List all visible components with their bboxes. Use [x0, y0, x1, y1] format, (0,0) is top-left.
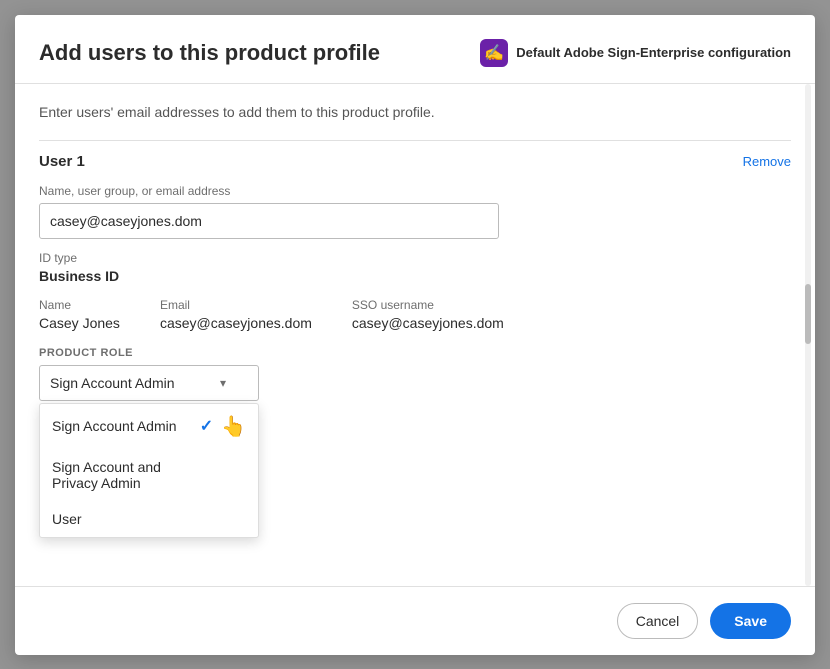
remove-button[interactable]: Remove [743, 154, 791, 169]
sso-label: SSO username [352, 298, 504, 312]
checkmark-icon: ✓ [200, 416, 213, 436]
scrollbar[interactable] [805, 84, 811, 586]
modal-container: Add users to this product profile ✍ Defa… [15, 15, 815, 655]
user1-label: User 1 [39, 153, 85, 170]
dropdown-item-label-2: Sign Account andPrivacy Admin [52, 459, 161, 491]
product-badge: ✍ Default Adobe Sign-Enterprise configur… [480, 39, 791, 67]
sso-value: casey@caseyjones.dom [352, 315, 504, 331]
user1-email-col: Email casey@caseyjones.dom [160, 298, 312, 331]
product-role-dropdown[interactable]: Sign Account Admin ▾ [39, 365, 259, 401]
modal-body: Enter users' email addresses to add them… [15, 84, 815, 586]
section-divider [39, 140, 791, 141]
dropdown-item-sign-account-admin[interactable]: Sign Account Admin ✓ 👆 [40, 404, 258, 449]
adobe-sign-icon: ✍ [480, 39, 508, 67]
id-type-label: ID type [39, 251, 791, 265]
name-label: Name [39, 298, 120, 312]
modal-header: Add users to this product profile ✍ Defa… [15, 15, 815, 84]
cancel-button[interactable]: Cancel [617, 603, 699, 639]
dropdown-selected-value: Sign Account Admin [50, 375, 175, 391]
dropdown-item-label-3: User [52, 511, 82, 527]
modal-title: Add users to this product profile [39, 40, 380, 66]
save-button[interactable]: Save [710, 603, 791, 639]
user1-section-header: User 1 Remove [39, 153, 791, 170]
email-label: Email [160, 298, 312, 312]
email-input[interactable] [39, 203, 499, 239]
product-role-label: PRODUCT ROLE [39, 347, 791, 359]
product-role-dropdown-menu: Sign Account Admin ✓ 👆 Sign Account andP… [39, 403, 259, 538]
modal-footer: Cancel Save [15, 586, 815, 655]
modal-subtitle: Enter users' email addresses to add them… [39, 104, 791, 120]
name-value: Casey Jones [39, 315, 120, 331]
id-type-value: Business ID [39, 268, 791, 284]
product-role-dropdown-container: Sign Account Admin ▾ Sign Account Admin … [39, 365, 259, 401]
cursor-icon: 👆 [221, 414, 246, 439]
user1-sso-col: SSO username casey@caseyjones.dom [352, 298, 504, 331]
dropdown-item-user[interactable]: User [40, 501, 258, 537]
product-badge-label: Default Adobe Sign-Enterprise configurat… [516, 45, 791, 60]
email-display: casey@caseyjones.dom [160, 315, 312, 331]
modal-overlay: Add users to this product profile ✍ Defa… [0, 0, 830, 669]
email-field-label: Name, user group, or email address [39, 184, 791, 198]
user1-name-col: Name Casey Jones [39, 298, 120, 331]
dropdown-arrow-icon: ▾ [220, 376, 226, 390]
dropdown-item-label: Sign Account Admin [52, 418, 177, 434]
dropdown-item-sign-privacy-admin[interactable]: Sign Account andPrivacy Admin [40, 449, 258, 501]
scrollbar-thumb [805, 284, 811, 344]
user1-email-field-group: Name, user group, or email address [39, 184, 791, 239]
user1-info-row: Name Casey Jones Email casey@caseyjones.… [39, 298, 791, 331]
